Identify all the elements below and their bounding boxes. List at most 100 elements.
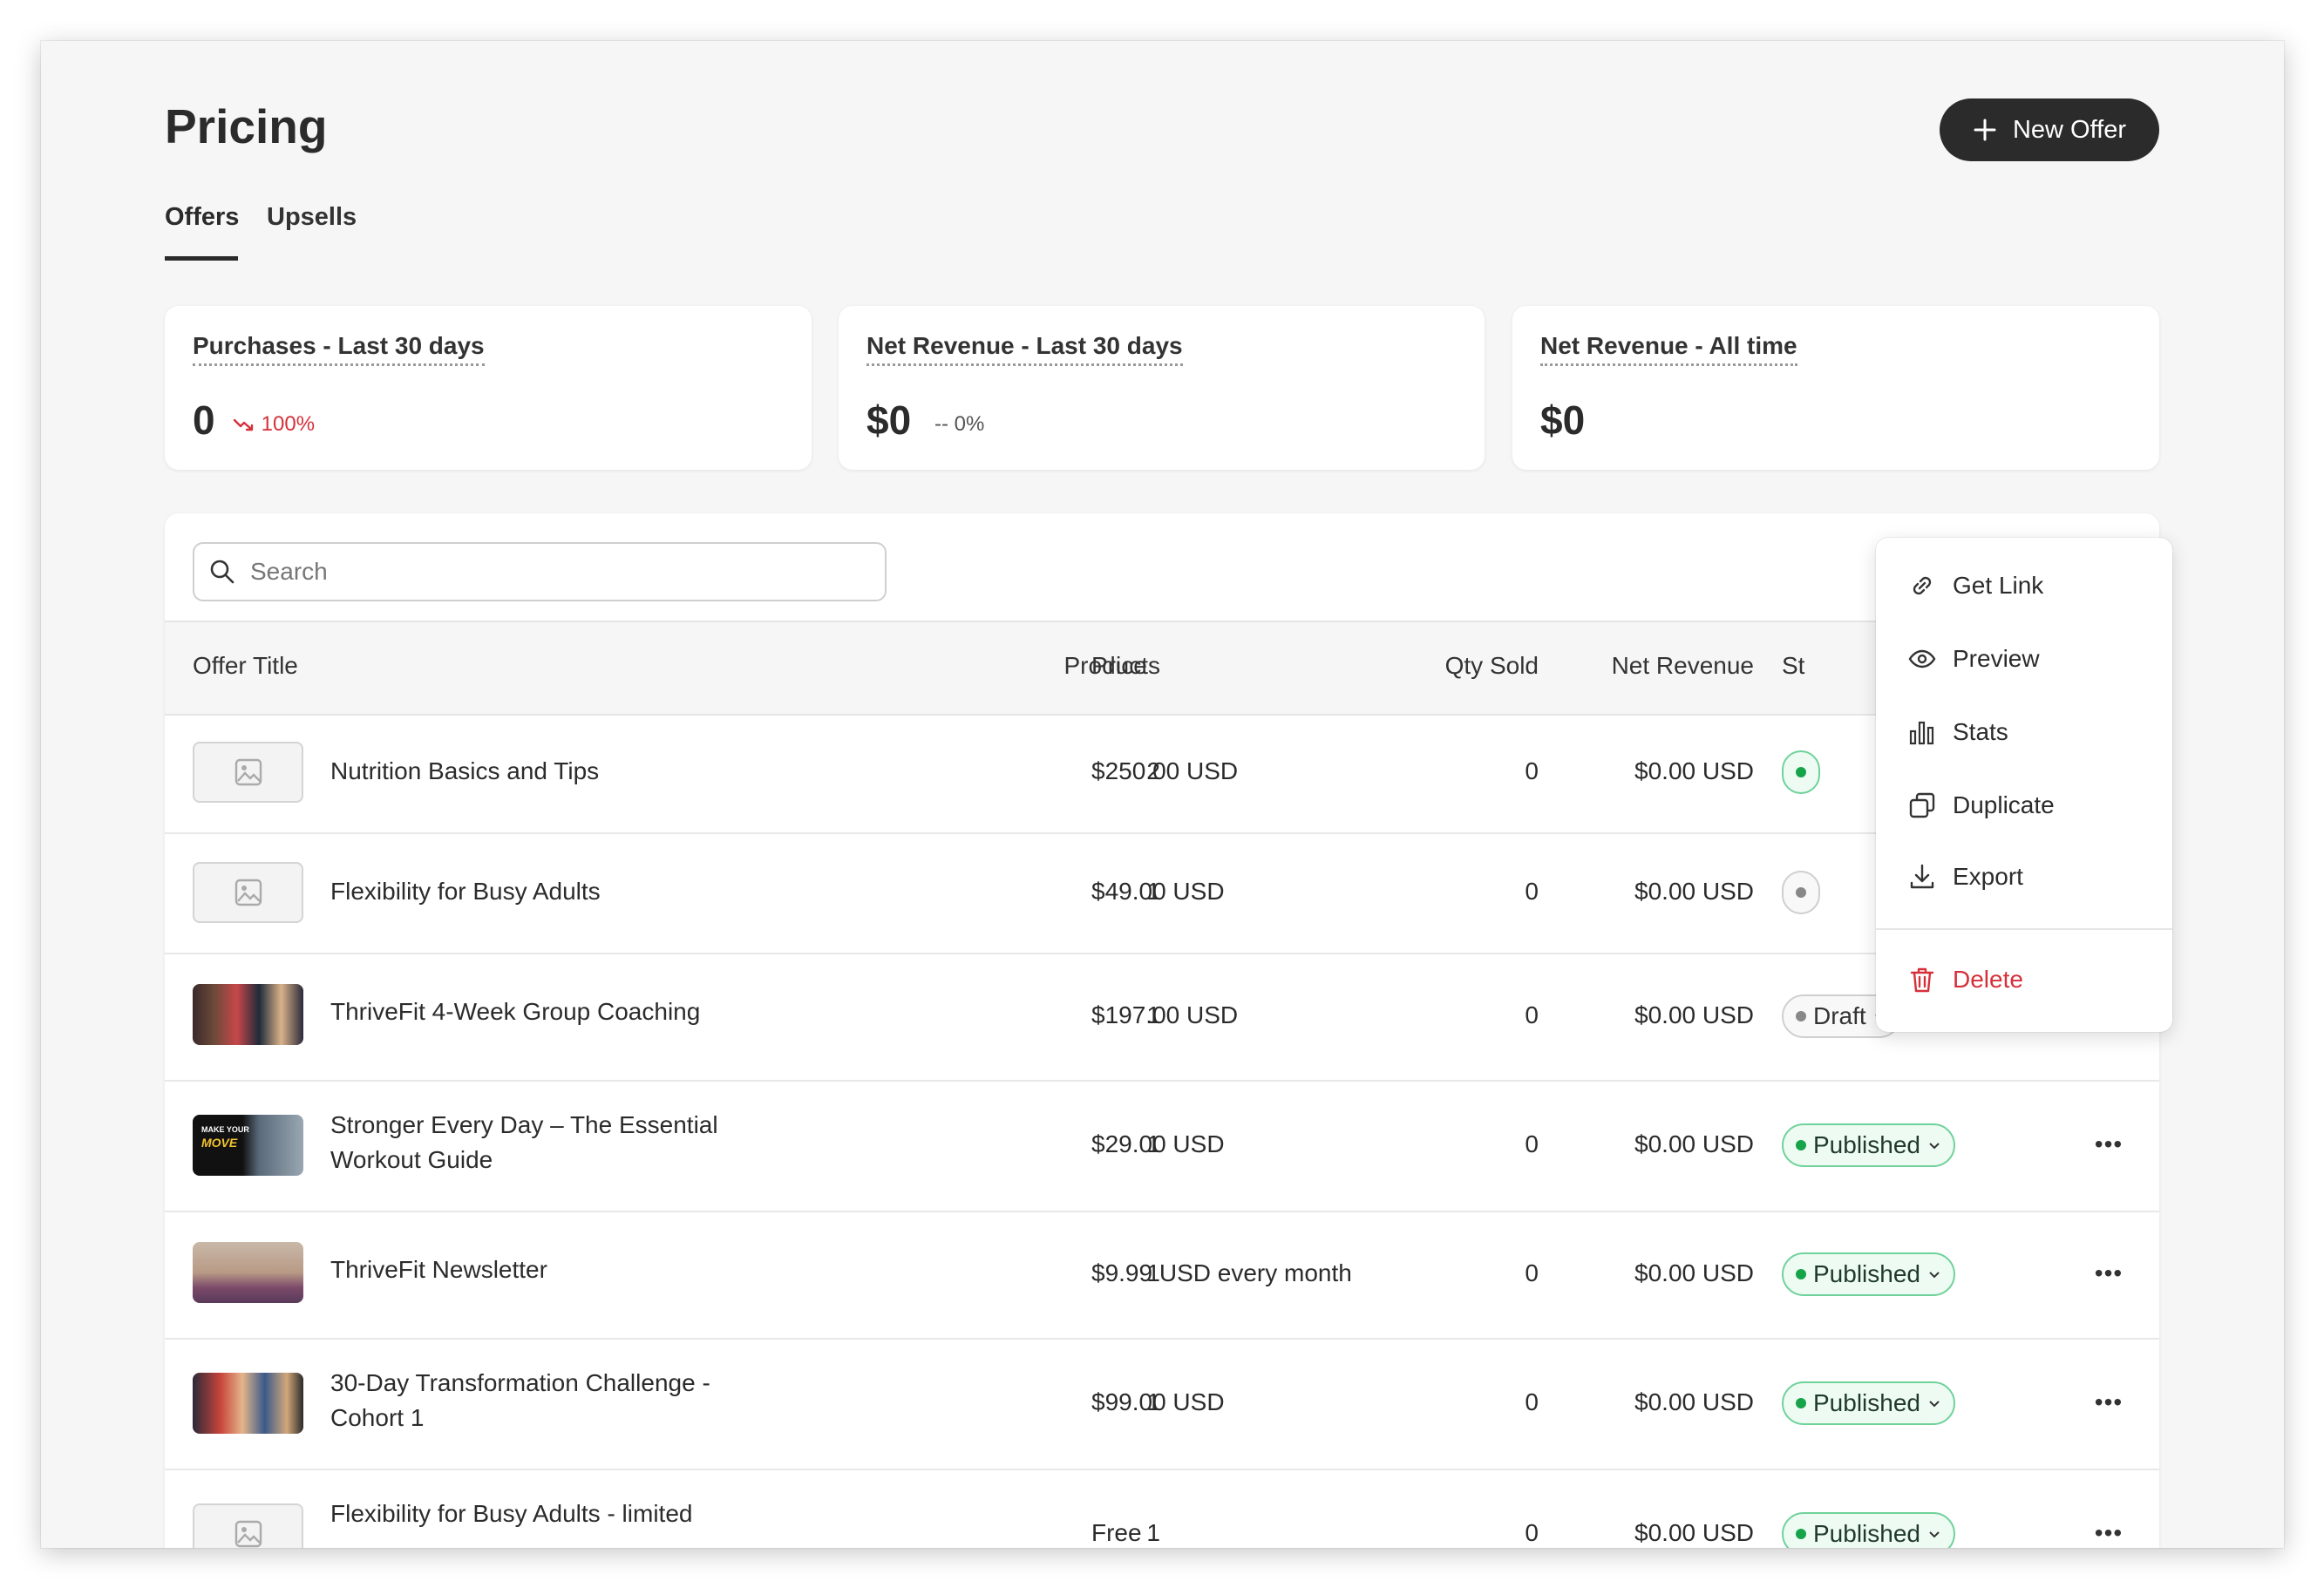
status-dot [1796,1269,1806,1279]
download-icon [1910,864,1934,889]
menu-item-preview[interactable]: Preview [1907,644,2040,674]
table-row[interactable]: ThriveFit Newsletter 1 $9.99 USD every m… [165,1211,2159,1340]
chevron-down-icon [1929,1272,1940,1279]
offer-net-revenue: $0.00 USD [1634,1259,1754,1286]
offer-title-line1[interactable]: 30-Day Transformation Challenge - [330,1369,710,1397]
plus-icon [1974,119,1996,141]
status-label: Published [1813,1260,1920,1287]
menu-item-get-link[interactable]: Get Link [1907,571,2043,601]
search-input[interactable] [248,557,862,587]
offer-price: $29.00 USD [1091,1130,1225,1157]
status-dot [1796,1529,1806,1539]
table-row[interactable]: Flexibility for Busy Adults - limited 1 … [165,1469,2159,1548]
stat-label[interactable]: Net Revenue - Last 30 days [866,332,1183,366]
table-header: Offer Title Products Price Qty Sold Net … [165,621,2159,716]
menu-item-stats[interactable]: Stats [1907,717,2008,747]
offer-thumbnail-image: MAKE YOUR MOVE [193,1115,303,1176]
stat-card-net-revenue-30: Net Revenue - Last 30 days $0 -- 0% [839,306,1485,470]
column-qty-sold[interactable]: Qty Sold [1445,652,1539,680]
status-dot [1796,887,1806,898]
stat-card-purchases: Purchases - Last 30 days 0 100% [165,306,812,470]
offer-title[interactable]: ThriveFit 4-Week Group Coaching [330,998,700,1026]
offer-title[interactable]: Flexibility for Busy Adults [330,878,601,906]
table-row[interactable]: ThriveFit 4-Week Group Coaching 1 $197.0… [165,953,2159,1082]
offers-table-panel: Offer Title Products Price Qty Sold Net … [165,513,2159,1548]
menu-item-duplicate[interactable]: Duplicate [1907,791,2055,820]
status-badge[interactable]: Published [1782,1381,1955,1425]
stat-label[interactable]: Net Revenue - All time [1540,332,1797,366]
tab-offers[interactable]: Offers [165,203,239,232]
offer-net-revenue: $0.00 USD [1634,757,1754,784]
chevron-down-icon [1929,1143,1940,1150]
chevron-down-icon [1929,1401,1940,1408]
status-badge[interactable] [1782,750,1820,794]
stat-value: 0 [193,397,215,443]
status-dot [1796,1398,1806,1408]
page-title: Pricing [165,99,328,153]
status-label: Draft [1813,1002,1866,1029]
menu-divider [1876,928,2172,930]
stat-value: $0 [1540,397,1586,443]
offer-title[interactable]: ThriveFit Newsletter [330,1256,547,1284]
offer-thumbnail-placeholder [193,862,303,923]
row-actions-menu: Get Link Preview Stats Duplicate Export … [1876,538,2172,1032]
stat-delta: -- 0% [934,412,985,436]
offer-title[interactable]: Flexibility for Busy Adults - limited [330,1500,692,1528]
trend-down-icon [233,418,254,431]
new-offer-button[interactable]: New Offer [1940,98,2159,161]
offer-qty-sold: 0 [1525,1259,1539,1286]
more-actions-icon[interactable]: ••• [2091,1385,2126,1420]
status-dot [1796,767,1806,777]
offer-title-line1[interactable]: Stronger Every Day – The Essential [330,1111,718,1139]
search-box[interactable] [193,542,887,601]
offer-price: $197.00 USD [1091,1001,1239,1028]
status-badge[interactable]: Published [1782,1123,1955,1167]
new-offer-label: New Offer [2012,115,2126,144]
column-offer-title[interactable]: Offer Title [193,652,298,680]
status-badge[interactable] [1782,871,1820,914]
offer-title-line2[interactable]: Cohort 1 [330,1404,424,1432]
column-net-revenue[interactable]: Net Revenue [1612,652,1754,680]
column-status[interactable]: St [1782,652,1804,680]
image-placeholder-icon [234,758,262,786]
status-badge[interactable]: Published [1782,1512,1955,1548]
stat-delta: 100% [233,412,315,437]
stat-label[interactable]: Purchases - Last 30 days [193,332,485,366]
offer-price: Free [1091,1519,1142,1546]
column-price[interactable]: Price [1091,652,1147,680]
offer-thumbnail-image [193,1242,303,1303]
table-row[interactable]: 30-Day Transformation Challenge - Cohort… [165,1338,2159,1470]
menu-item-delete[interactable]: Delete [1907,965,2023,994]
status-label: Published [1813,1131,1920,1158]
offer-title[interactable]: Nutrition Basics and Tips [330,757,599,785]
offer-qty-sold: 0 [1525,1130,1539,1157]
status-label: Published [1813,1520,1920,1547]
stat-card-net-revenue-all: Net Revenue - All time $0 [1512,306,2159,470]
offer-qty-sold: 0 [1525,1001,1539,1028]
offer-net-revenue: $0.00 USD [1634,878,1754,905]
duplicate-icon [1909,792,1935,818]
table-row[interactable]: Flexibility for Busy Adults 1 $49.00 USD… [165,832,2159,954]
offer-net-revenue: $0.00 USD [1634,1519,1754,1546]
more-actions-icon[interactable]: ••• [2091,1256,2126,1291]
status-badge[interactable]: Published [1782,1252,1955,1296]
offer-price: $49.00 USD [1091,878,1225,905]
image-placeholder-icon [234,879,262,906]
table-row[interactable]: MAKE YOUR MOVE Stronger Every Day – The … [165,1080,2159,1212]
offer-products: 1 [1146,1519,1160,1546]
offer-price: $99.00 USD [1091,1388,1225,1415]
offer-qty-sold: 0 [1525,1519,1539,1546]
more-actions-icon[interactable]: ••• [2091,1516,2126,1548]
stat-value: $0 [866,397,912,443]
offer-title-line2[interactable]: Workout Guide [330,1146,493,1174]
table-row[interactable]: Nutrition Basics and Tips 2 $250.00 USD … [165,712,2159,834]
offer-thumbnail-placeholder [193,1503,303,1548]
status-dot [1796,1140,1806,1150]
status-dot [1796,1011,1806,1021]
offer-thumbnail-placeholder [193,742,303,803]
more-actions-icon[interactable]: ••• [2091,1127,2126,1162]
tab-upsells[interactable]: Upsells [267,203,357,232]
eye-icon [1908,649,1936,668]
offer-price: $9.99 USD every month [1091,1259,1352,1286]
menu-item-export[interactable]: Export [1907,862,2023,892]
